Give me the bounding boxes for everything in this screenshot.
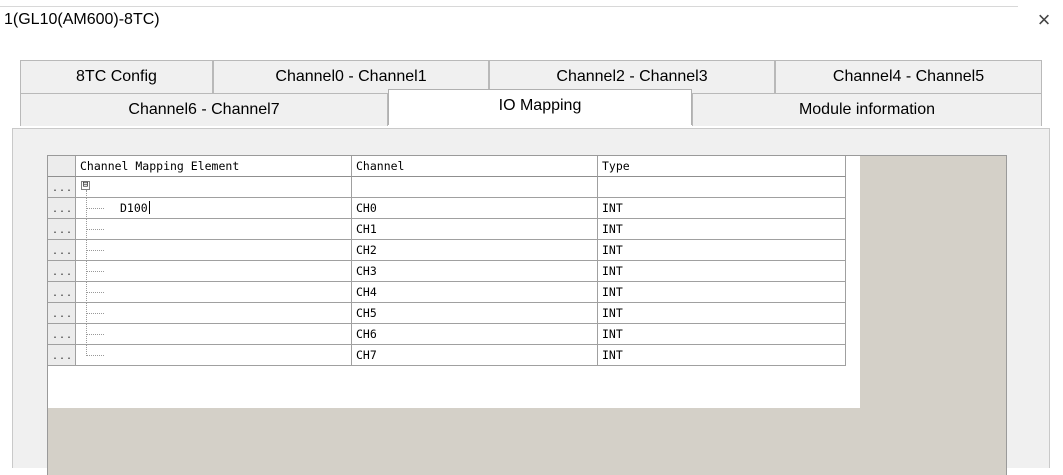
close-icon[interactable]: × bbox=[1033, 9, 1055, 31]
type-cell: INT bbox=[598, 198, 846, 219]
channel-cell: CH1 bbox=[352, 219, 598, 240]
row-marker[interactable]: ... bbox=[48, 324, 76, 345]
tab-channel4-channel5[interactable]: Channel4 - Channel5 bbox=[775, 60, 1042, 93]
title-bar: 1(GL10(AM600)-8TC) × bbox=[0, 0, 1063, 44]
row-marker[interactable]: ... bbox=[48, 345, 76, 366]
tab-bar: 8TC Config Channel0 - Channel1 Channel2 … bbox=[20, 60, 1042, 128]
table-row[interactable]: ... CH4 INT bbox=[48, 282, 860, 303]
io-mapping-grid: Channel Mapping Element Channel Type ...… bbox=[47, 155, 1007, 475]
tab-io-mapping[interactable]: IO Mapping bbox=[388, 89, 692, 125]
mapping-element-cell[interactable] bbox=[76, 261, 352, 282]
type-cell: INT bbox=[598, 261, 846, 282]
table-row[interactable]: ... D100 CH0 INT bbox=[48, 198, 860, 219]
row-marker[interactable]: ... bbox=[48, 282, 76, 303]
tree-branch bbox=[86, 355, 104, 356]
channel-cell: CH3 bbox=[352, 261, 598, 282]
tree-branch bbox=[86, 292, 104, 293]
mapping-element-cell[interactable]: ⊟ bbox=[76, 177, 352, 198]
table-row[interactable]: ... CH5 INT bbox=[48, 303, 860, 324]
channel-cell: CH0 bbox=[352, 198, 598, 219]
type-cell bbox=[598, 177, 846, 198]
type-cell: INT bbox=[598, 345, 846, 366]
mapping-element-cell[interactable] bbox=[76, 303, 352, 324]
tree-branch bbox=[86, 271, 104, 272]
tree-branch bbox=[86, 334, 104, 335]
channel-cell: CH2 bbox=[352, 240, 598, 261]
channel-cell: CH5 bbox=[352, 303, 598, 324]
col-header-mapping-element[interactable]: Channel Mapping Element bbox=[76, 156, 352, 177]
variable-input[interactable]: D100 bbox=[120, 198, 150, 218]
type-cell: INT bbox=[598, 324, 846, 345]
col-header-channel[interactable]: Channel bbox=[352, 156, 598, 177]
header-corner bbox=[48, 156, 76, 177]
collapse-icon[interactable]: ⊟ bbox=[81, 181, 90, 190]
table-row[interactable]: ... CH6 INT bbox=[48, 324, 860, 345]
tree-branch bbox=[86, 250, 104, 251]
table-row[interactable]: ... CH2 INT bbox=[48, 240, 860, 261]
grid-rows: Channel Mapping Element Channel Type ...… bbox=[48, 156, 860, 408]
tab-8tc-config[interactable]: 8TC Config bbox=[20, 60, 213, 93]
channel-cell: CH7 bbox=[352, 345, 598, 366]
tab-channel6-channel7[interactable]: Channel6 - Channel7 bbox=[20, 93, 388, 126]
channel-cell: CH6 bbox=[352, 324, 598, 345]
type-cell: INT bbox=[598, 303, 846, 324]
row-marker[interactable]: ... bbox=[48, 219, 76, 240]
type-cell: INT bbox=[598, 219, 846, 240]
type-cell: INT bbox=[598, 240, 846, 261]
text-caret bbox=[148, 201, 150, 214]
tab-module-information[interactable]: Module information bbox=[692, 93, 1042, 126]
row-marker[interactable]: ... bbox=[48, 177, 76, 198]
type-cell: INT bbox=[598, 282, 846, 303]
mapping-element-cell[interactable] bbox=[76, 282, 352, 303]
tree-branch bbox=[86, 313, 104, 314]
tree-line bbox=[86, 190, 87, 197]
tree-branch bbox=[86, 229, 104, 230]
table-header: Channel Mapping Element Channel Type bbox=[48, 156, 860, 177]
mapping-element-cell[interactable] bbox=[76, 324, 352, 345]
channel-cell: CH4 bbox=[352, 282, 598, 303]
row-marker[interactable]: ... bbox=[48, 240, 76, 261]
table-row[interactable]: ... CH7 INT bbox=[48, 345, 860, 366]
row-marker[interactable]: ... bbox=[48, 303, 76, 324]
mapping-element-cell[interactable] bbox=[76, 219, 352, 240]
table-row[interactable]: ... CH3 INT bbox=[48, 261, 860, 282]
mapping-element-cell[interactable]: D100 bbox=[76, 198, 352, 219]
tree-branch bbox=[86, 208, 104, 209]
table-row[interactable]: ... CH1 INT bbox=[48, 219, 860, 240]
window-title: 1(GL10(AM600)-8TC) bbox=[4, 11, 160, 28]
io-mapping-panel: Channel Mapping Element Channel Type ...… bbox=[12, 128, 1050, 475]
mapping-element-cell[interactable] bbox=[76, 345, 352, 366]
mapping-element-cell[interactable] bbox=[76, 240, 352, 261]
title-divider bbox=[0, 6, 1018, 7]
table-row-group[interactable]: ... ⊟ bbox=[48, 177, 860, 198]
row-marker[interactable]: ... bbox=[48, 198, 76, 219]
col-header-type[interactable]: Type bbox=[598, 156, 846, 177]
row-marker[interactable]: ... bbox=[48, 261, 76, 282]
channel-cell bbox=[352, 177, 598, 198]
